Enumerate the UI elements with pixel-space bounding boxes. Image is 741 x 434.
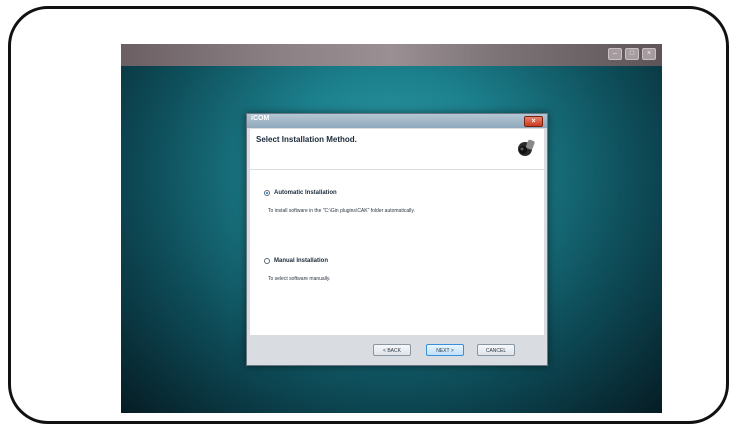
installer-dialog: iCOM × Select Installation Method. Autom…	[246, 113, 548, 366]
dialog-header: Select Installation Method.	[250, 129, 544, 169]
back-button[interactable]: < BACK	[373, 344, 411, 356]
desktop-screen: – □ × iCOM × Select Installation Method.	[121, 44, 662, 413]
manual-installation-radio[interactable]	[264, 258, 270, 264]
automatic-installation-radio[interactable]	[264, 190, 270, 196]
dialog-titlebar[interactable]: iCOM ×	[247, 114, 547, 128]
minimize-button[interactable]: –	[608, 48, 622, 60]
dialog-title: iCOM	[251, 115, 270, 122]
dialog-body: Automatic Installation To install softwa…	[250, 170, 544, 335]
manual-installation-description: To select software manually.	[268, 276, 331, 282]
cancel-button[interactable]: CANCEL	[477, 344, 515, 356]
window-controls: – □ ×	[608, 48, 656, 60]
page-title: Select Installation Method.	[256, 135, 357, 144]
camera-icon	[518, 139, 535, 156]
rounded-frame: – □ × iCOM × Select Installation Method.	[8, 6, 729, 424]
window-titlebar: – □ ×	[121, 44, 662, 66]
window-close-button[interactable]: ×	[642, 48, 656, 60]
automatic-installation-description: To install software in the "C:\Gin plugi…	[268, 208, 415, 214]
manual-installation-option[interactable]: Manual Installation	[264, 258, 328, 264]
dialog-close-button[interactable]: ×	[524, 116, 543, 127]
next-button[interactable]: NEXT >	[426, 344, 464, 356]
dialog-footer: < BACK NEXT > CANCEL	[247, 336, 547, 365]
automatic-installation-option[interactable]: Automatic Installation	[264, 190, 337, 196]
automatic-installation-label: Automatic Installation	[274, 190, 337, 196]
manual-installation-label: Manual Installation	[274, 258, 329, 264]
maximize-button[interactable]: □	[625, 48, 639, 60]
